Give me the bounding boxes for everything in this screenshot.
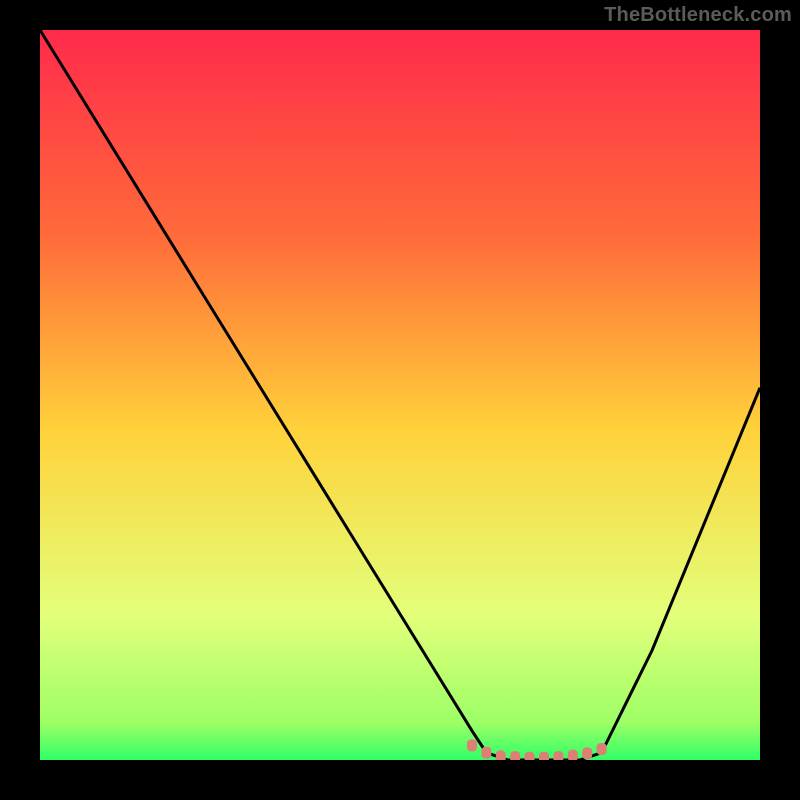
optimal-marker (525, 752, 535, 760)
optimal-marker (539, 752, 549, 760)
optimal-marker (568, 750, 578, 760)
optimal-marker (582, 747, 592, 759)
optimal-marker (510, 751, 520, 760)
optimal-marker (481, 747, 491, 759)
plot-area (40, 30, 760, 760)
bottleneck-chart (40, 30, 760, 760)
chart-container: TheBottleneck.com (0, 0, 800, 800)
watermark-text: TheBottleneck.com (604, 4, 792, 27)
optimal-marker (467, 739, 477, 751)
optimal-marker (553, 751, 563, 760)
optimal-marker (496, 750, 506, 760)
optimal-marker (597, 743, 607, 755)
